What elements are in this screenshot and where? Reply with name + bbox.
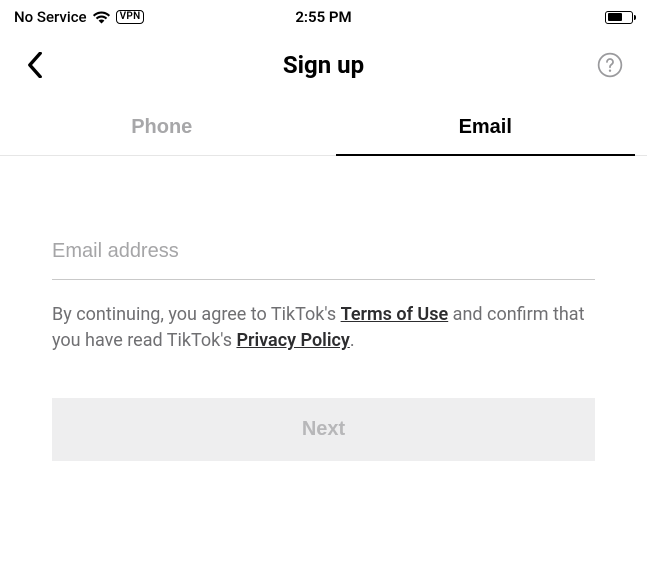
chevron-left-icon bbox=[26, 52, 44, 78]
help-button[interactable] bbox=[595, 50, 625, 80]
tab-email[interactable]: Email bbox=[324, 102, 647, 155]
signup-form: By continuing, you agree to TikTok's Ter… bbox=[0, 156, 647, 461]
status-bar: No Service VPN 2:55 PM bbox=[0, 0, 647, 30]
consent-text: By continuing, you agree to TikTok's Ter… bbox=[52, 302, 595, 354]
back-button[interactable] bbox=[22, 48, 48, 82]
page-title: Sign up bbox=[283, 51, 364, 79]
consent-prefix: By continuing, you agree to TikTok's bbox=[52, 304, 341, 325]
carrier-text: No Service bbox=[14, 8, 87, 26]
consent-suffix: . bbox=[350, 330, 355, 351]
next-button[interactable]: Next bbox=[52, 398, 595, 461]
help-icon bbox=[597, 52, 623, 78]
status-time: 2:55 PM bbox=[295, 8, 351, 26]
terms-of-use-link[interactable]: Terms of Use bbox=[341, 304, 449, 325]
nav-bar: Sign up bbox=[0, 30, 647, 94]
tab-bar: Phone Email bbox=[0, 102, 647, 156]
vpn-badge: VPN bbox=[116, 10, 145, 24]
email-field[interactable] bbox=[52, 226, 595, 280]
status-left: No Service VPN bbox=[14, 8, 144, 26]
wifi-icon bbox=[93, 9, 110, 26]
privacy-policy-link[interactable]: Privacy Policy bbox=[236, 330, 349, 351]
status-right bbox=[605, 11, 633, 24]
tab-phone[interactable]: Phone bbox=[0, 102, 324, 155]
battery-icon bbox=[605, 11, 633, 24]
